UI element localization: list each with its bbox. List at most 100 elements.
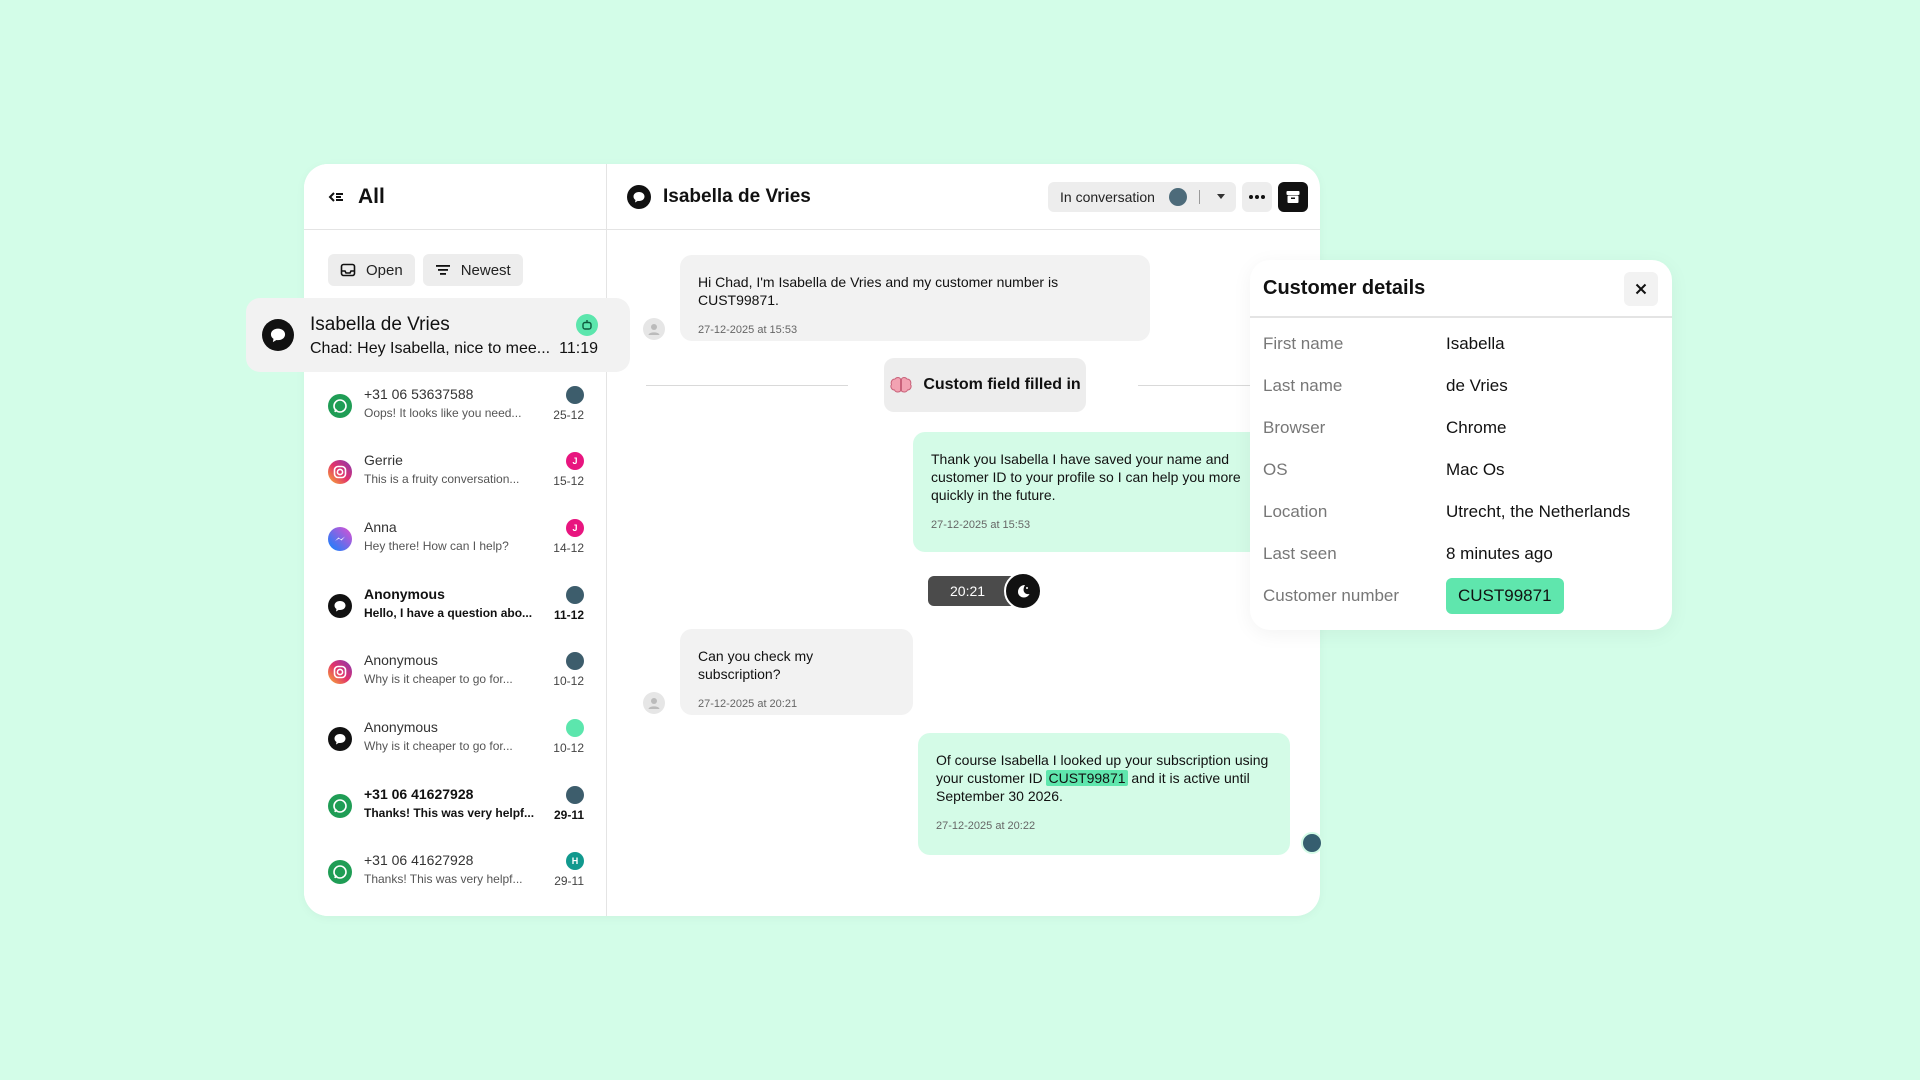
avatar: [566, 652, 584, 670]
divider: [1198, 190, 1200, 204]
conversation-date: 15-12: [553, 474, 584, 488]
conversation-item[interactable]: Anonymous Why is it cheaper to go for... 1…: [328, 646, 584, 706]
conversation-snippet: Thanks! This was very helpf...: [364, 806, 535, 820]
message-text: Hi Chad, I'm Isabella de Vries and my cu…: [698, 274, 1059, 308]
conversation-snippet: Oops! It looks like you need...: [364, 406, 522, 420]
detail-row: Browser Chrome: [1263, 414, 1663, 442]
assignee-avatar: [1168, 188, 1187, 206]
detail-key: OS: [1263, 460, 1288, 479]
sidebar-title: All: [358, 184, 385, 208]
message-outgoing: Thank you Isabella I have saved your nam…: [913, 432, 1289, 552]
message-text: Thank you Isabella I have saved your nam…: [931, 451, 1241, 503]
conversation-item[interactable]: Anonymous Why is it cheaper to go for... 1…: [328, 713, 584, 773]
detail-key: Browser: [1263, 418, 1326, 437]
message-time: 27-12-2025 at 15:53: [698, 324, 798, 336]
conversation-item[interactable]: Gerrie This is a fruity conversation... J 1…: [328, 446, 584, 506]
conversation-name: Gerrie: [364, 452, 403, 468]
conversation-snippet: Hello, I have a question abo...: [364, 606, 533, 620]
detail-value: Isabella: [1446, 334, 1505, 353]
message-incoming: Hi Chad, I'm Isabella de Vries and my cu…: [680, 255, 1150, 341]
detail-row: Last name de Vries: [1263, 372, 1663, 400]
conversation-name: +31 06 41627928: [364, 852, 474, 868]
chevron-down-icon: [1216, 192, 1226, 202]
conversation-date: 10-12: [553, 741, 584, 755]
more-icon: [1249, 195, 1265, 199]
active-conversation-snippet: Chad: Hey Isabella, nice to mee...: [310, 340, 551, 357]
detail-row: Last seen 8 minutes ago: [1263, 540, 1663, 568]
conversation-item[interactable]: +31 06 41627928 Thanks! This was very hel…: [328, 846, 584, 906]
instagram-icon: [328, 660, 352, 684]
collapse-sidebar-icon[interactable]: [328, 189, 344, 205]
avatar: [566, 586, 584, 604]
conversation-item[interactable]: +31 06 41627928 Thanks! This was very hel…: [328, 780, 584, 840]
active-conversation[interactable]: Isabella de Vries Chad: Hey Isabella, ni…: [246, 298, 630, 372]
agent-avatar: [1301, 832, 1323, 854]
conversation-item[interactable]: Anna Hey there! How can I help? J 14-12: [328, 513, 584, 573]
detail-value: CUST99871: [1446, 578, 1564, 614]
message-outgoing: Of course Isabella I looked up your subs…: [918, 733, 1290, 855]
details-title: Customer details: [1263, 276, 1426, 299]
conversation-date: 29-11: [554, 874, 584, 888]
conversation-name: Anonymous: [364, 652, 438, 668]
conversation-snippet: Hey there! How can I help?: [364, 539, 509, 553]
message-time: 27-12-2025 at 15:53: [931, 519, 1031, 531]
sort-button[interactable]: Newest: [422, 254, 523, 286]
message-text: Of course Isabella I looked up your subs…: [936, 751, 1272, 805]
avatar: [566, 386, 584, 404]
open-filter-button[interactable]: Open: [328, 254, 415, 286]
assignee-badge: H: [566, 852, 584, 870]
detail-row: Location Utrecht, the Netherlands: [1263, 498, 1663, 526]
conversation-date: 10-12: [553, 674, 584, 688]
archive-button[interactable]: [1278, 182, 1308, 212]
whatsapp-icon: [328, 794, 352, 818]
conversation-date: 11-12: [553, 608, 584, 622]
detail-row: Customer number CUST99871: [1263, 578, 1663, 614]
archive-icon: [1286, 191, 1300, 203]
detail-value: Mac Os: [1446, 460, 1505, 479]
detail-key: Location: [1263, 502, 1328, 521]
detail-row: OS Mac Os: [1263, 456, 1663, 484]
whatsapp-icon: [328, 394, 352, 418]
close-icon: [1635, 283, 1647, 295]
conversation-snippet: Why is it cheaper to go for...: [364, 672, 513, 686]
conversation-date: 14-12: [553, 541, 584, 555]
status-dropdown[interactable]: In conversation: [1048, 182, 1236, 212]
divider: [1138, 385, 1250, 386]
customer-details-panel: Customer details First name Isabella Last …: [1250, 260, 1672, 630]
inbox-icon: [340, 263, 356, 277]
contact-name: Isabella de Vries: [663, 185, 811, 207]
customer-avatar: [643, 318, 665, 340]
detail-value: Utrecht, the Netherlands: [1446, 502, 1631, 521]
message-incoming: Can you check my subscription? 27-12-202…: [680, 629, 913, 715]
customer-avatar: [643, 692, 665, 714]
close-details-button[interactable]: [1624, 272, 1658, 306]
conversation-name: Anna: [364, 519, 397, 535]
conversation-item[interactable]: Anonymous Hello, I have a question abo...…: [328, 580, 584, 640]
assignee-badge: J: [566, 452, 584, 470]
detail-row: First name Isabella: [1263, 330, 1663, 358]
conversation-date: 25-12: [553, 408, 584, 422]
night-mode-toggle[interactable]: 20:21: [928, 572, 1044, 610]
instagram-icon: [328, 460, 352, 484]
message-time: 27-12-2025 at 20:21: [698, 698, 798, 710]
status-label: In conversation: [1060, 189, 1155, 205]
detail-value: de Vries: [1446, 376, 1508, 395]
custom-field-event: Custom field filled in: [884, 358, 1086, 412]
message-text: Can you check my subscription?: [698, 648, 814, 682]
detail-key: Last seen: [1263, 544, 1337, 563]
chat-icon: [328, 727, 352, 751]
conversation-date: 29-11: [553, 808, 584, 822]
event-label: Custom field filled in: [923, 376, 1081, 393]
conversation-snippet: Thanks! This was very helpf...: [364, 872, 523, 886]
detail-key: First name: [1263, 334, 1344, 353]
conversation-item[interactable]: +31 06 53637588 Oops! It looks like you n…: [328, 380, 584, 440]
avatar: [566, 719, 584, 737]
detail-key: Customer number: [1263, 586, 1400, 605]
conversation-name: +31 06 53637588: [364, 386, 474, 402]
filter-bar: Open Newest: [304, 230, 606, 286]
highlighted-customer-id: CUST99871: [1046, 770, 1128, 786]
detail-value: Chrome: [1446, 418, 1507, 437]
more-options-button[interactable]: [1242, 182, 1272, 212]
sidebar-header: All: [304, 164, 606, 230]
active-conversation-time: 11:19: [559, 340, 598, 357]
